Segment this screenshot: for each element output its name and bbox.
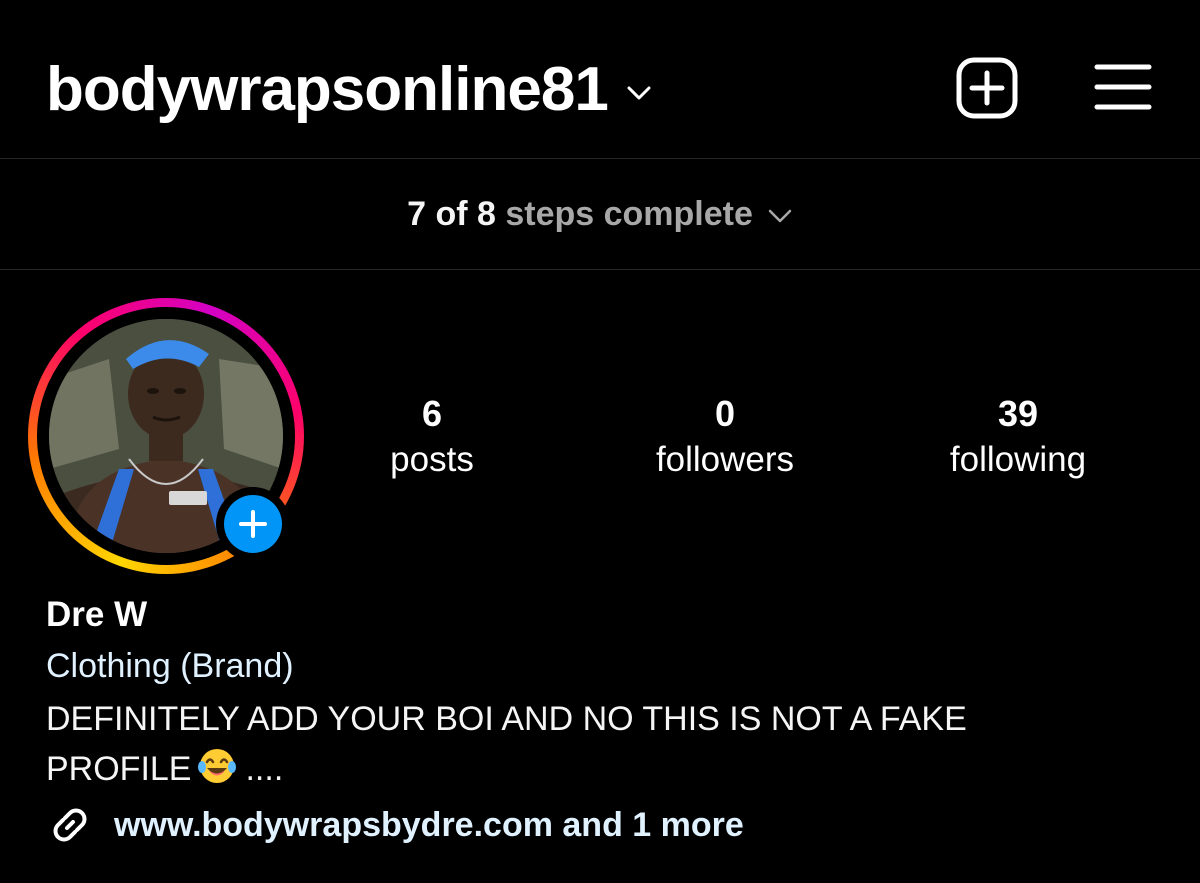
stat-posts[interactable]: 6 posts bbox=[322, 392, 542, 482]
website-link-text: www.bodywrapsbydre.com and 1 more bbox=[114, 805, 744, 844]
steps-count: 7 of 8 bbox=[407, 194, 496, 233]
bio-line-2: PROFILE .... bbox=[46, 744, 1126, 794]
plus-icon bbox=[239, 510, 267, 538]
bio-line-1: DEFINITELY ADD YOUR BOI AND NO THIS IS N… bbox=[46, 700, 967, 738]
top-bar: bodywrapsonline81 bbox=[0, 0, 1200, 159]
following-count: 39 bbox=[997, 393, 1039, 434]
chevron-down-icon bbox=[627, 86, 651, 100]
hamburger-menu-icon[interactable] bbox=[1094, 62, 1152, 112]
add-story-button[interactable] bbox=[216, 487, 290, 561]
stat-following[interactable]: 39 following bbox=[908, 392, 1128, 482]
account-switcher[interactable]: bodywrapsonline81 bbox=[46, 50, 652, 130]
bio: DEFINITELY ADD YOUR BOI AND NO THIS IS N… bbox=[46, 694, 1126, 794]
followers-count: 0 bbox=[714, 393, 736, 434]
steps-label: steps complete bbox=[505, 194, 753, 233]
chevron-down-icon bbox=[768, 209, 792, 223]
stat-followers[interactable]: 0 followers bbox=[615, 392, 835, 482]
bio-line-2-end: .... bbox=[245, 750, 284, 788]
username: bodywrapsonline81 bbox=[46, 55, 609, 124]
category-label: Clothing (Brand) bbox=[46, 647, 294, 685]
following-label: following bbox=[949, 440, 1087, 479]
posts-label: posts bbox=[390, 440, 474, 479]
display-name: Dre W bbox=[46, 595, 148, 634]
plus-square-icon[interactable] bbox=[956, 57, 1018, 119]
website-link[interactable]: www.bodywrapsbydre.com and 1 more bbox=[46, 800, 744, 850]
link-icon bbox=[53, 808, 87, 842]
posts-count: 6 bbox=[421, 393, 443, 434]
bio-line-2-start: PROFILE bbox=[46, 750, 192, 788]
tears-of-joy-emoji-icon bbox=[198, 749, 237, 783]
followers-label: followers bbox=[655, 440, 795, 479]
profile-setup-steps[interactable]: 7 of 8 steps complete bbox=[0, 159, 1200, 270]
